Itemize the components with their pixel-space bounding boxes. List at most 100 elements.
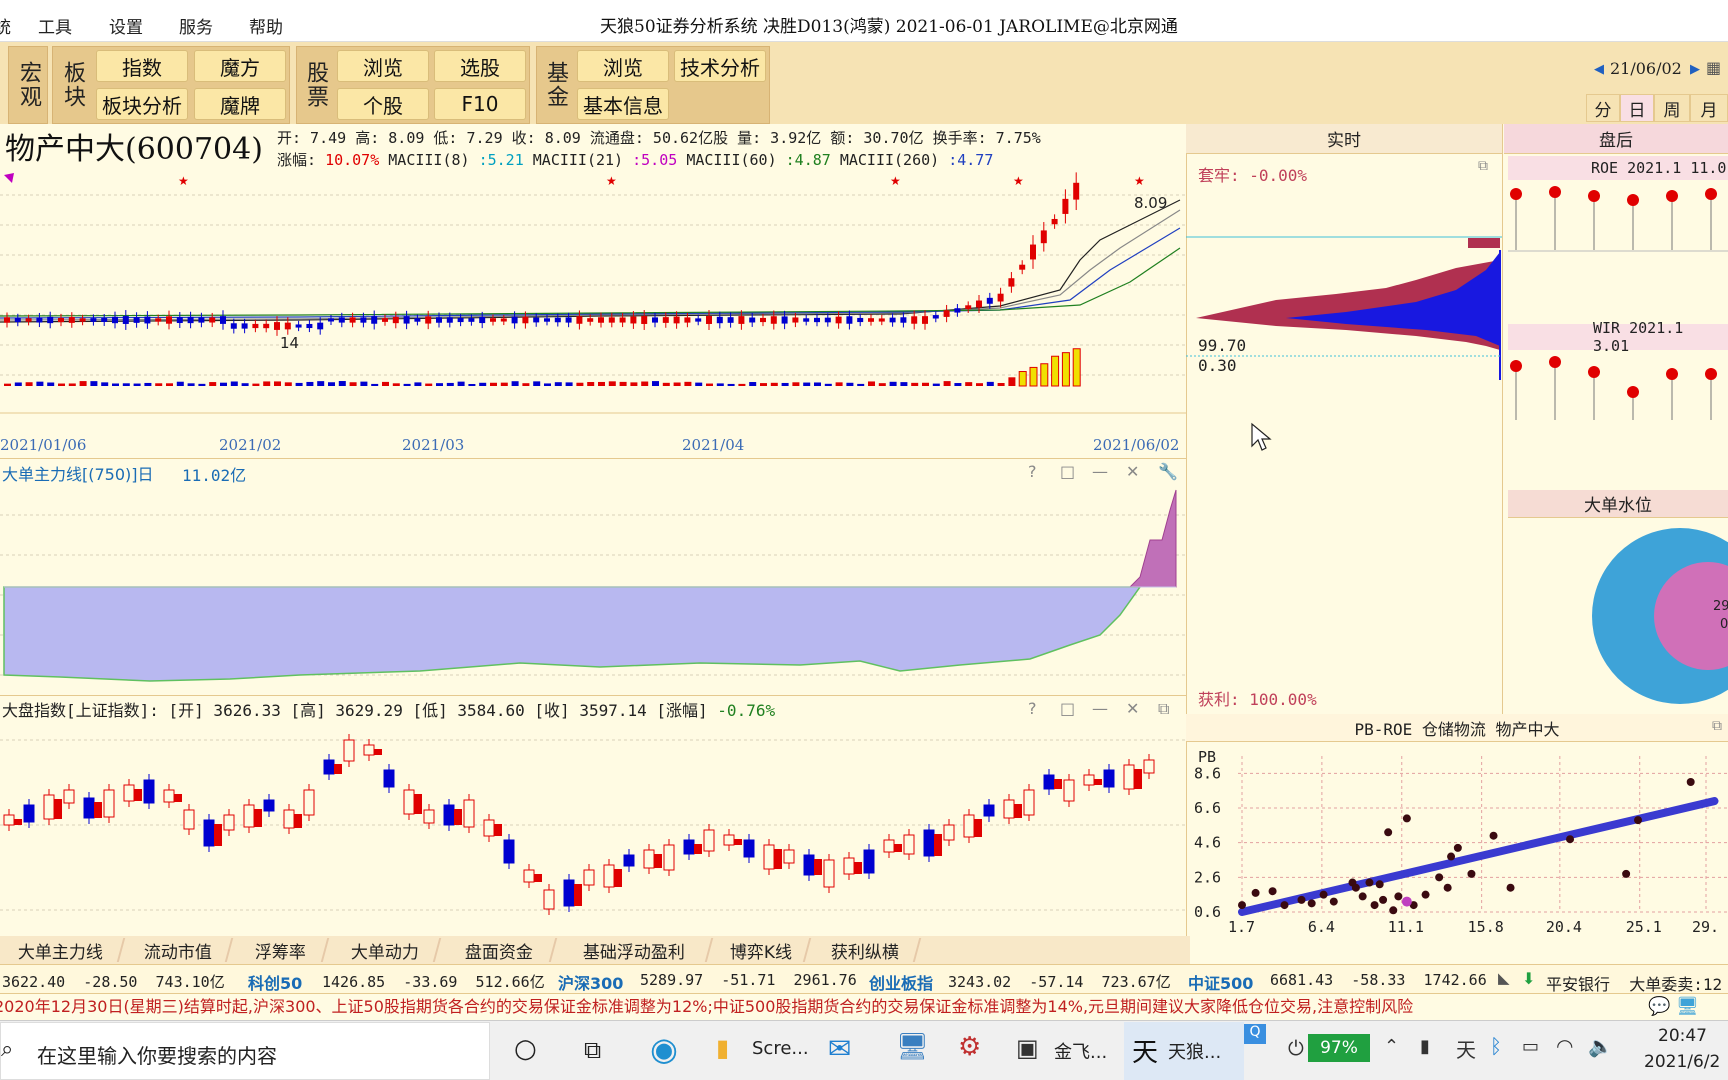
minimize-icon[interactable]: —: [1092, 462, 1108, 481]
calendar-icon[interactable]: ▦: [1706, 58, 1721, 77]
tab-minute[interactable]: 分: [1586, 94, 1620, 122]
stock-f10-button[interactable]: F10: [434, 88, 526, 120]
tab-week[interactable]: 周: [1654, 94, 1690, 122]
close-icon[interactable]: ✕: [1126, 699, 1139, 718]
volume-bar: [760, 383, 767, 386]
fund-browse-button[interactable]: 浏览: [577, 50, 669, 82]
roe-label: ROE 2021.1 11.0: [1508, 156, 1728, 180]
index-chart[interactable]: [0, 720, 1186, 936]
volume-bar: [868, 381, 875, 386]
task-view-circle-icon[interactable]: ○: [514, 1034, 537, 1064]
after-hours-header[interactable]: 盘后: [1504, 124, 1728, 154]
menu-help[interactable]: 帮助: [249, 13, 283, 38]
volume-icon[interactable]: 🔈: [1588, 1034, 1613, 1058]
chevron-up-icon[interactable]: ⌃: [1384, 1036, 1399, 1057]
wifi-icon[interactable]: ◠: [1556, 1034, 1573, 1058]
volume-bar: [133, 383, 141, 386]
tab-market-funds[interactable]: 盘面资金: [442, 938, 558, 963]
qq-icon[interactable]: Q: [1244, 1024, 1266, 1044]
tab-game-kline[interactable]: 博弈K线: [712, 938, 812, 963]
maximize-icon[interactable]: □: [1060, 699, 1075, 718]
tab-big-order-power[interactable]: 大单动力: [330, 938, 442, 963]
edge-icon[interactable]: ◉: [650, 1030, 678, 1068]
fund-info-button[interactable]: 基本信息: [577, 88, 669, 120]
mail-icon[interactable]: ✉: [828, 1032, 851, 1065]
mainforce-chart[interactable]: [0, 485, 1186, 695]
wrench-icon[interactable]: 🔧: [1158, 462, 1178, 481]
chart-toggle-icon[interactable]: ◣: [1498, 969, 1510, 987]
sector-index-button[interactable]: 指数: [96, 50, 188, 82]
pb-point: [1365, 878, 1374, 887]
volume-bar: [857, 383, 865, 386]
stock-browse-button[interactable]: 浏览: [337, 50, 429, 82]
fund-technical-button[interactable]: 技术分析: [674, 50, 766, 82]
tab-profit-overview[interactable]: 获利纵横: [810, 938, 922, 963]
date-next-icon[interactable]: ▶: [1690, 62, 1700, 77]
video-icon[interactable]: ▣: [1016, 1034, 1039, 1062]
candle: [25, 318, 32, 322]
help-icon[interactable]: ?: [1028, 462, 1037, 481]
battery-icon[interactable]: ▭: [1522, 1036, 1539, 1057]
stock-screen-button[interactable]: 选股: [434, 50, 526, 82]
pb-point: [1467, 869, 1476, 878]
app-jinfei[interactable]: 金飞...: [1054, 1038, 1107, 1064]
clock-date[interactable]: 2021/6/2: [1644, 1052, 1720, 1072]
menu-tools[interactable]: 工具: [38, 13, 72, 38]
clock-time[interactable]: 20:47: [1658, 1026, 1707, 1046]
pbroe-chart[interactable]: 8.6 6.6 4.6 2.6 0.6 1.7 6.4 11.1 15.8 20.4 25.1 29…: [1186, 742, 1728, 936]
date-nav[interactable]: 21/06/02: [1610, 59, 1682, 78]
tab-float-ratio[interactable]: 浮筹率: [232, 938, 330, 963]
bluetooth-icon[interactable]: ᛒ: [1490, 1034, 1502, 1058]
taskbar-search[interactable]: ⌕ 在这里输入你要搜索的内容: [0, 1022, 490, 1080]
index-candle: [623, 854, 635, 867]
close-icon[interactable]: ✕: [1126, 462, 1139, 481]
app-tianlang-active[interactable]: 天 天狼...: [1124, 1022, 1244, 1080]
xtick-2: 2021/03: [402, 436, 465, 454]
tab-market-cap[interactable]: 流动市值: [124, 938, 234, 963]
expand-icon[interactable]: ⧉: [1712, 718, 1722, 734]
sector-analysis-button[interactable]: 板块分析: [96, 88, 188, 120]
task-view-icon[interactable]: ⧉: [584, 1036, 601, 1064]
candle: [1051, 218, 1058, 225]
computer-icon[interactable]: 🖥: [896, 1032, 929, 1062]
app-screenshots[interactable]: Scre...: [752, 1038, 809, 1059]
realtime-header[interactable]: 实时: [1186, 124, 1502, 154]
index-kc50[interactable]: 科创50: [248, 970, 302, 994]
phone-icon[interactable]: ▮: [1420, 1036, 1430, 1057]
battery-indicator[interactable]: 97%: [1308, 1034, 1370, 1062]
chat-icon[interactable]: 💬: [1648, 996, 1671, 1017]
maximize-icon[interactable]: □: [1060, 462, 1075, 481]
index-quote-bar: 3622.40 -28.50 743.10亿 科创50 1426.85 -33.…: [0, 964, 1728, 994]
restore-icon[interactable]: ⧉: [1158, 699, 1169, 719]
index-candle: [683, 839, 695, 855]
menu-service[interactable]: 服务: [179, 13, 213, 38]
tab-mainforce-line[interactable]: 大单主力线: [0, 938, 126, 963]
tab-day[interactable]: 日: [1620, 94, 1654, 122]
menu-system[interactable]: 统: [0, 13, 11, 38]
tab-floating-profit[interactable]: 基础浮动盈利: [556, 938, 714, 963]
screen-icon[interactable]: 🖥: [1676, 996, 1699, 1017]
date-prev-icon[interactable]: ◀: [1594, 62, 1604, 77]
volume-bar: [187, 383, 195, 386]
volume-bar: [263, 381, 271, 386]
tianlang-tray-icon[interactable]: 天: [1456, 1034, 1476, 1063]
tool-icon[interactable]: ⚙: [958, 1032, 981, 1062]
expand-icon[interactable]: ⧉: [1478, 158, 1488, 174]
chip-price-bottom: 0.30: [1198, 356, 1237, 375]
kline-chart[interactable]: ★ ★ ★ ★ ★ 8.09 14: [0, 170, 1186, 440]
minimize-icon[interactable]: —: [1092, 699, 1108, 718]
folder-icon[interactable]: ▮: [716, 1034, 729, 1062]
menu-settings[interactable]: 设置: [109, 13, 143, 38]
index-hs300[interactable]: 沪深300: [558, 970, 623, 994]
group-macro[interactable]: 宏观: [8, 46, 48, 124]
pb-ytick: 4.6: [1194, 834, 1221, 852]
index-cyb[interactable]: 创业板指: [869, 970, 933, 994]
help-icon[interactable]: ?: [1028, 699, 1037, 718]
sector-cube-button[interactable]: 魔方: [194, 50, 286, 82]
index-zz500[interactable]: 中证500: [1188, 970, 1253, 994]
stock-single-button[interactable]: 个股: [337, 88, 429, 120]
sector-card-button[interactable]: 魔牌: [194, 88, 286, 120]
candle: [706, 316, 712, 324]
tab-month[interactable]: 月: [1690, 94, 1728, 122]
candle: [932, 315, 939, 319]
